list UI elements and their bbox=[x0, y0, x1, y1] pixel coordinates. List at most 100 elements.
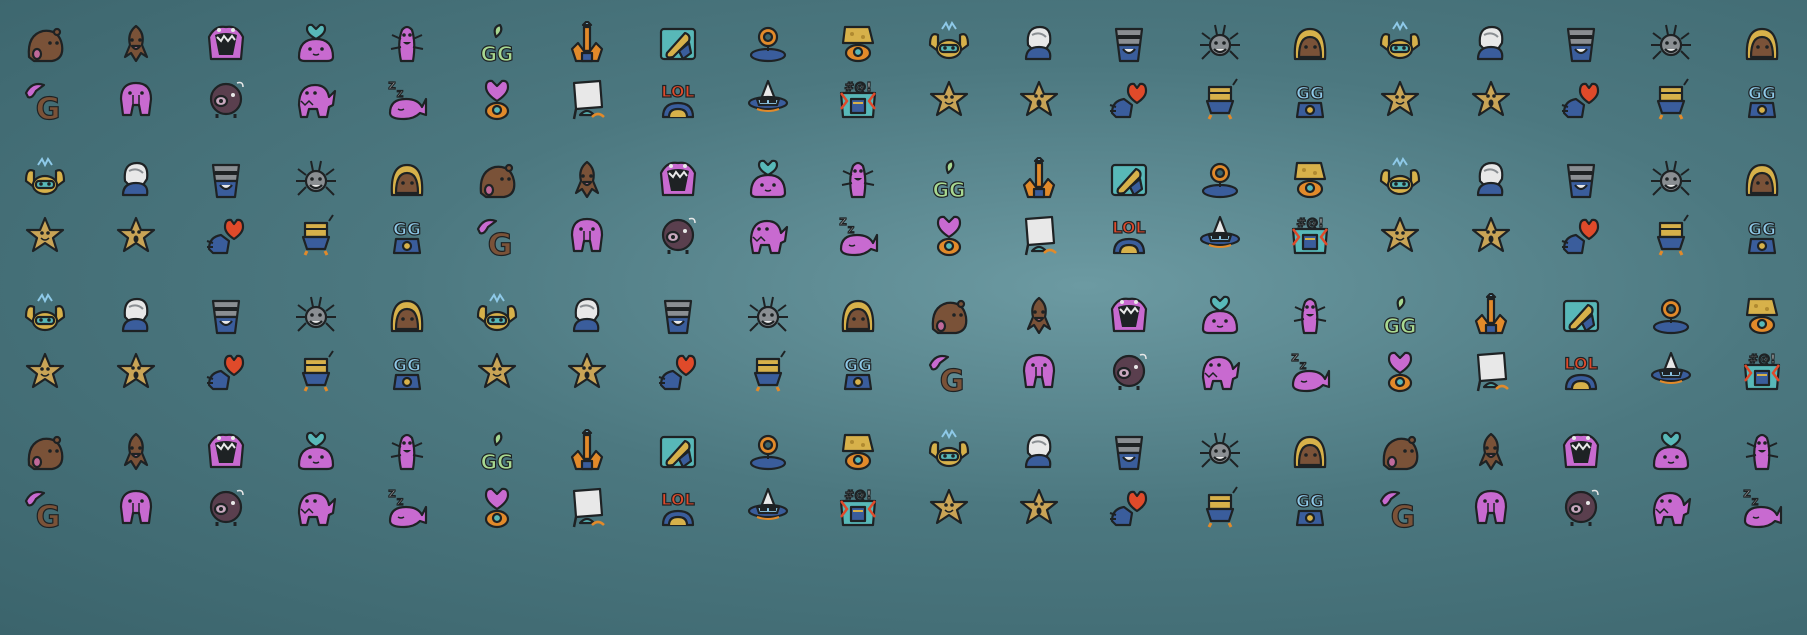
ghost-helmet-icon bbox=[1016, 429, 1062, 475]
ufo-sunglasses-icon bbox=[1197, 213, 1243, 259]
spider-gray-icon bbox=[1648, 21, 1694, 67]
knight-bucket-icon bbox=[1558, 157, 1604, 203]
bee-robot-icon bbox=[745, 349, 791, 395]
heart-bird-icon bbox=[203, 349, 249, 395]
spider-gray-icon bbox=[1197, 429, 1243, 475]
gg-sprout-icon: GG bbox=[474, 429, 520, 475]
svg-text:GG: GG bbox=[1384, 314, 1417, 338]
ghost-helmet-icon bbox=[1016, 21, 1062, 67]
star-surprised-icon bbox=[1016, 77, 1062, 123]
heart-blob-icon bbox=[293, 21, 339, 67]
svg-text:GG: GG bbox=[932, 178, 965, 202]
elephant-pink-icon bbox=[113, 485, 159, 531]
gg-sprout-icon: GG bbox=[474, 21, 520, 67]
crab-yellow-icon bbox=[1377, 157, 1423, 203]
star-surprised-icon bbox=[113, 349, 159, 395]
dino-pink-icon bbox=[745, 213, 791, 259]
svg-text:GG: GG bbox=[1748, 84, 1776, 104]
robot-round-icon bbox=[1739, 157, 1785, 203]
heart-bird-icon bbox=[1106, 485, 1152, 531]
svg-text:GG: GG bbox=[481, 450, 514, 474]
svg-text:LOL: LOL bbox=[661, 82, 694, 101]
ring-portal-icon bbox=[745, 429, 791, 475]
star-surprised-icon bbox=[113, 213, 159, 259]
elephant-pink-icon bbox=[564, 213, 610, 259]
robot-round-icon bbox=[1287, 21, 1333, 67]
svg-text:#@!: #@! bbox=[845, 488, 873, 502]
ufo-sunglasses-icon bbox=[745, 485, 791, 531]
whale-sleep-icon: ZZ bbox=[1287, 349, 1333, 395]
monster-mouth-icon bbox=[1106, 293, 1152, 339]
blob-brown-icon bbox=[22, 429, 68, 475]
heart-pot-icon bbox=[474, 77, 520, 123]
crab-yellow-icon bbox=[926, 429, 972, 475]
knight-bucket-icon bbox=[203, 293, 249, 339]
g-snake-icon: G bbox=[22, 77, 68, 123]
svg-text:G: G bbox=[1391, 500, 1416, 531]
swear-box-icon: #@! bbox=[835, 485, 881, 531]
ufo-sunglasses-icon bbox=[1648, 349, 1694, 395]
blob-brown-icon bbox=[22, 21, 68, 67]
heart-pot-icon bbox=[926, 213, 972, 259]
squid-brown-icon bbox=[1016, 293, 1062, 339]
ring-portal-icon bbox=[745, 21, 791, 67]
crab-yellow-icon bbox=[474, 293, 520, 339]
gg-sprout-icon: GG bbox=[1377, 293, 1423, 339]
star-surprised-icon bbox=[564, 349, 610, 395]
bee-robot-icon bbox=[293, 213, 339, 259]
lol-sign-icon: LOL bbox=[655, 77, 701, 123]
g-snake-icon: G bbox=[22, 485, 68, 531]
whale-sleep-icon: ZZ bbox=[835, 213, 881, 259]
gg-sprout-icon: GG bbox=[926, 157, 972, 203]
dino-pink-icon bbox=[293, 77, 339, 123]
squid-brown-icon bbox=[113, 21, 159, 67]
heart-bird-icon bbox=[655, 349, 701, 395]
bag-blue-icon bbox=[655, 429, 701, 475]
dino-pink-icon bbox=[1648, 485, 1694, 531]
emote-sprite-sheet: GG G Z Z LOL #@! GG GG GG GG G Z Z LOL #@! GG GG GG GG G Z Z L… bbox=[0, 0, 1807, 635]
heart-bird-icon bbox=[1106, 77, 1152, 123]
svg-text:Z: Z bbox=[840, 217, 847, 228]
svg-text:G: G bbox=[488, 228, 513, 259]
pig-dark-icon bbox=[203, 485, 249, 531]
gg-robot-icon: GG bbox=[1739, 213, 1785, 259]
cheese-cup-icon bbox=[835, 429, 881, 475]
castle-orange-icon bbox=[1468, 293, 1514, 339]
pig-dark-icon bbox=[1558, 485, 1604, 531]
spider-gray-icon bbox=[745, 293, 791, 339]
robot-round-icon bbox=[835, 293, 881, 339]
monster-mouth-icon bbox=[655, 157, 701, 203]
robot-round-icon bbox=[384, 157, 430, 203]
pig-dark-icon bbox=[655, 213, 701, 259]
svg-text:Z: Z bbox=[1743, 489, 1750, 500]
star-surprised-icon bbox=[1016, 485, 1062, 531]
gg-robot-icon: GG bbox=[1287, 77, 1333, 123]
squid-brown-icon bbox=[113, 429, 159, 475]
robot-round-icon bbox=[1739, 21, 1785, 67]
monster-mouth-icon bbox=[203, 21, 249, 67]
spider-gray-icon bbox=[293, 293, 339, 339]
cheese-cup-icon bbox=[1287, 157, 1333, 203]
svg-text:#@!: #@! bbox=[1296, 216, 1324, 230]
svg-text:GG: GG bbox=[1296, 84, 1324, 104]
flag-castle-icon bbox=[1468, 349, 1514, 395]
lol-sign-icon: LOL bbox=[655, 485, 701, 531]
elephant-pink-icon bbox=[1016, 349, 1062, 395]
whale-sleep-icon: ZZ bbox=[384, 77, 430, 123]
bee-robot-icon bbox=[293, 349, 339, 395]
cheese-cup-icon bbox=[1739, 293, 1785, 339]
heart-blob-icon bbox=[1197, 293, 1243, 339]
svg-text:GG: GG bbox=[1748, 220, 1776, 240]
svg-text:GG: GG bbox=[844, 356, 872, 376]
squid-brown-icon bbox=[1468, 429, 1514, 475]
knight-bucket-icon bbox=[1106, 429, 1152, 475]
svg-text:GG: GG bbox=[393, 220, 421, 240]
bee-robot-icon bbox=[1648, 213, 1694, 259]
bee-robot-icon bbox=[1648, 77, 1694, 123]
spider-gray-icon bbox=[1648, 157, 1694, 203]
star-smile-icon bbox=[474, 349, 520, 395]
pig-dark-icon bbox=[203, 77, 249, 123]
ring-portal-icon bbox=[1648, 293, 1694, 339]
knight-bucket-icon bbox=[1106, 21, 1152, 67]
spider-gray-icon bbox=[293, 157, 339, 203]
